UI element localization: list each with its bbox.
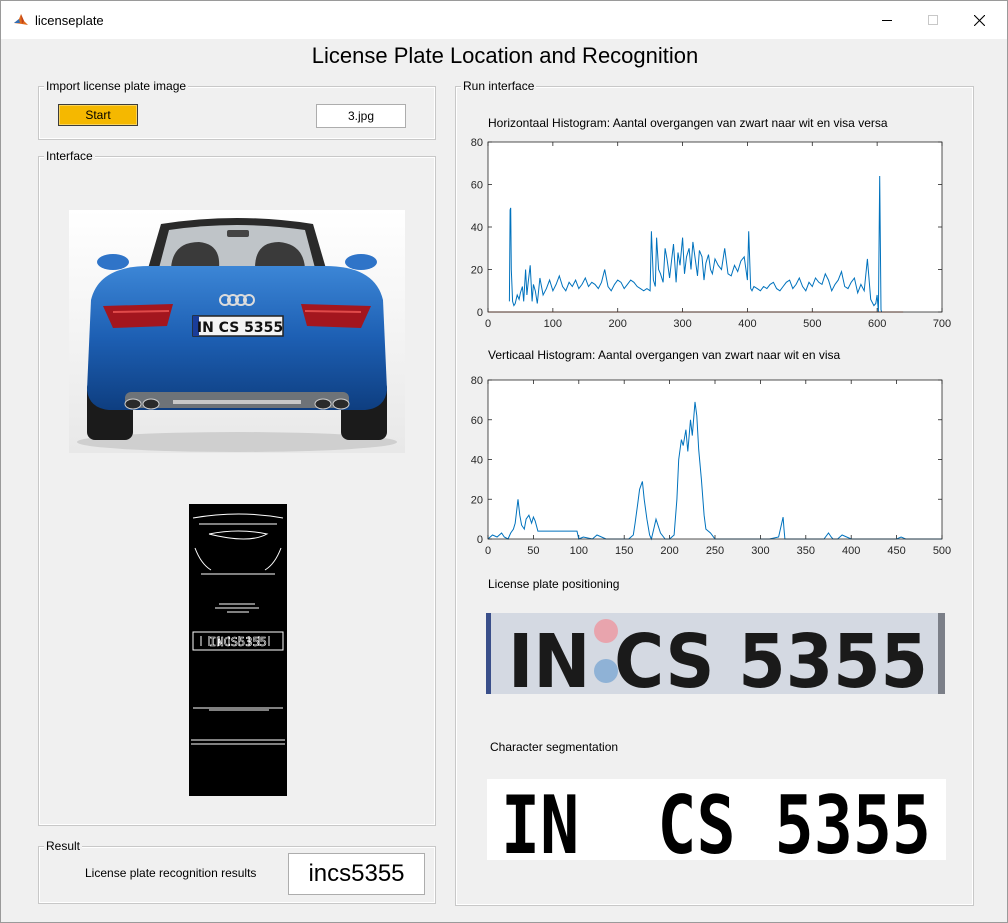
result-label: License plate recognition results (85, 866, 257, 880)
car-image: IN CS 5355 (69, 210, 405, 453)
x-tick-label: 50 (527, 545, 539, 557)
segmentation-image: IN CS 5355 (487, 779, 946, 860)
run-panel-legend: Run interface (461, 79, 537, 93)
car-plate-text: IN CS 5355 (197, 320, 283, 336)
app-window: licenseplate License Plate Location and … (0, 0, 1008, 923)
plot-area (488, 380, 942, 539)
x-tick-label: 150 (615, 545, 633, 557)
plot-area (488, 142, 942, 312)
interface-panel-legend: Interface (44, 149, 95, 163)
close-button[interactable] (956, 1, 1002, 39)
y-tick-label: 60 (471, 415, 483, 427)
result-panel-legend: Result (44, 839, 83, 853)
y-tick-label: 0 (477, 307, 483, 319)
y-tick-label: 20 (471, 494, 483, 506)
minimize-button[interactable] (864, 1, 910, 39)
plate-crop-image: IN CS 5355 (486, 613, 945, 694)
x-tick-label: 0 (485, 545, 491, 557)
plate-positioning-title: License plate positioning (488, 577, 620, 591)
x-tick-label: 100 (570, 545, 588, 557)
chart-title: Horizontaal Histogram: Aantal overgangen… (488, 116, 888, 130)
window-title: licenseplate (35, 13, 104, 28)
y-tick-label: 0 (477, 534, 483, 546)
chart-title: Verticaal Histogram: Aantal overgangen v… (488, 348, 841, 362)
horizontal-histogram-chart: Horizontaal Histogram: Aantal overgangen… (471, 116, 951, 330)
minimize-icon (882, 20, 892, 21)
segmentation-text: IN CS 5355 (501, 779, 931, 860)
x-tick-label: 400 (738, 318, 756, 330)
x-tick-label: 200 (660, 545, 678, 557)
maximize-button[interactable] (910, 1, 956, 39)
app-title: License Plate Location and Recognition (311, 43, 699, 68)
y-tick-label: 40 (471, 222, 483, 234)
x-tick-label: 700 (933, 318, 951, 330)
maximize-icon (928, 15, 938, 25)
edge-plate-text: INCS5355 (209, 635, 267, 649)
filename-field[interactable]: 3.jpg (316, 104, 406, 128)
x-tick-label: 300 (673, 318, 691, 330)
x-tick-label: 200 (609, 318, 627, 330)
x-tick-label: 400 (842, 545, 860, 557)
x-tick-label: 100 (544, 318, 562, 330)
y-tick-label: 60 (471, 180, 483, 192)
y-tick-label: 40 (471, 455, 483, 467)
x-tick-label: 450 (887, 545, 905, 557)
x-tick-label: 500 (803, 318, 821, 330)
x-tick-label: 0 (485, 318, 491, 330)
plate-crop-text: IN CS 5355 (508, 619, 928, 694)
y-tick-label: 20 (471, 265, 483, 277)
import-panel-legend: Import license plate image (44, 79, 189, 93)
start-button[interactable]: Start (58, 104, 138, 126)
y-tick-label: 80 (471, 375, 483, 387)
y-tick-label: 80 (471, 137, 483, 149)
x-tick-label: 500 (933, 545, 951, 557)
segmentation-title: Character segmentation (490, 740, 619, 754)
x-tick-label: 600 (868, 318, 886, 330)
x-tick-label: 350 (797, 545, 815, 557)
edge-image: INCS5355 (189, 504, 287, 796)
matlab-icon (13, 12, 29, 28)
x-tick-label: 250 (706, 545, 724, 557)
x-tick-label: 300 (751, 545, 769, 557)
close-icon (973, 14, 985, 26)
title-bar[interactable]: licenseplate (1, 1, 1007, 39)
vertical-histogram-chart: Verticaal Histogram: Aantal overgangen v… (471, 348, 951, 557)
result-value-field[interactable]: incs5355 (288, 853, 425, 895)
